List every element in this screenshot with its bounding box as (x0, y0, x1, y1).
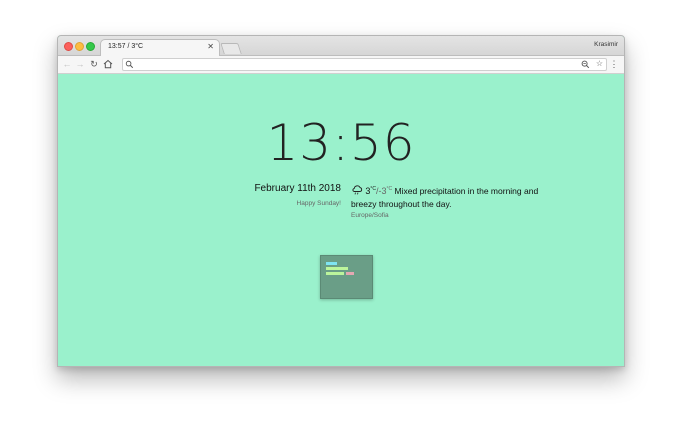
greeting-text: Happy Sunday! (296, 200, 341, 207)
reload-icon[interactable]: ↻ (89, 59, 99, 69)
widget-line (326, 262, 337, 265)
title-bar: 13:57 / 3°C ✕ Krasimir (58, 36, 624, 56)
cloud-rain-icon (352, 185, 363, 195)
date-text: February 11th 2018 (254, 183, 341, 194)
address-bar[interactable]: ☆ (122, 58, 607, 71)
new-tab-button[interactable] (220, 43, 242, 54)
minimize-window-button[interactable] (75, 42, 84, 51)
clock-time: 13:56 (266, 114, 416, 172)
widget-line (326, 272, 344, 275)
tab-close-icon[interactable]: ✕ (207, 42, 214, 51)
search-icon (125, 60, 134, 69)
widget-line (346, 272, 354, 275)
profile-name[interactable]: Krasimir (594, 41, 618, 48)
bookmark-star-icon[interactable]: ☆ (596, 59, 603, 69)
new-tab-page: 13:56 February 11th 2018 Happy Sunday! 3… (58, 74, 624, 366)
tab-title: 13:57 / 3°C (108, 43, 144, 50)
forward-arrow-icon[interactable]: → (75, 59, 85, 69)
maximize-window-button[interactable] (86, 42, 95, 51)
home-icon[interactable] (103, 59, 113, 69)
timezone-text: Europe/Sofia (351, 212, 389, 219)
menu-dots-icon[interactable]: ⋮ (609, 59, 619, 69)
browser-window: 13:57 / 3°C ✕ Krasimir ← → ↻ ☆ ⋮ 13:56 F… (57, 35, 625, 367)
back-arrow-icon[interactable]: ← (62, 59, 72, 69)
browser-toolbar: ← → ↻ ☆ ⋮ (58, 56, 624, 74)
temp-low: -3 (378, 186, 387, 196)
weather-summary: 3°C/-3°C Mixed precipitation in the morn… (351, 183, 546, 211)
code-preview-widget[interactable] (320, 255, 373, 299)
widget-line (326, 267, 348, 270)
temp-low-unit: °C (386, 186, 393, 192)
tab-active[interactable]: 13:57 / 3°C ✕ (100, 39, 220, 56)
zoom-icon[interactable] (581, 60, 590, 69)
close-window-button[interactable] (64, 42, 73, 51)
